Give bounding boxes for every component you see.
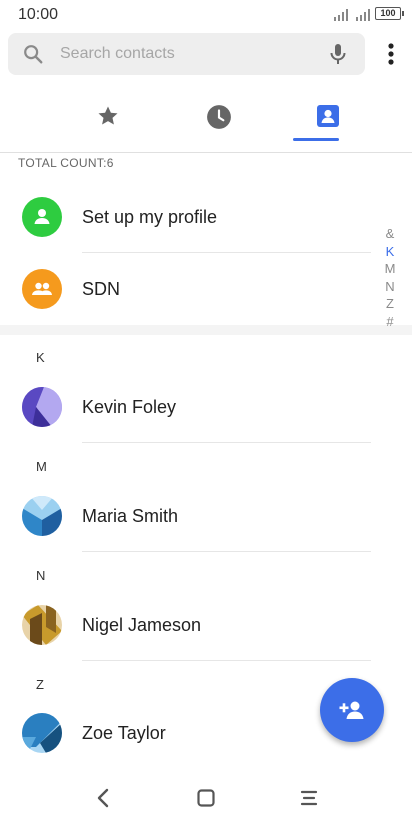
index-letter[interactable]: N [381,278,399,296]
add-person-icon [339,701,364,719]
contact-name: Set up my profile [82,207,218,227]
battery-icon: 100 [375,7,404,20]
person-icon [22,197,62,237]
contact-name: Maria Smith [82,506,179,526]
contact-row[interactable]: Nigel Jameson [0,589,412,661]
index-letter[interactable]: & [381,225,399,243]
alphabet-index[interactable]: & K M N Z # [381,225,399,330]
tab-bar [0,92,412,153]
signal-icon [334,9,348,21]
search-input[interactable]: Search contacts [60,45,175,63]
index-letter[interactable]: M [381,260,399,278]
avatar [22,387,62,427]
status-bar: 10:00 100 [0,0,412,30]
contact-name: SDN [82,279,121,299]
search-icon [24,45,43,64]
more-options-icon[interactable] [382,40,400,68]
row-setup-profile[interactable]: Set up my profile [0,181,412,253]
tab-favorites[interactable] [48,92,168,152]
avatar [22,713,62,753]
section-letter: M [36,459,47,474]
total-count: TOTAL COUNT:6 [18,156,114,170]
section-letter: Z [36,677,44,692]
home-icon[interactable] [194,786,218,810]
contact-row[interactable]: Kevin Foley [0,371,412,443]
divider [82,660,371,661]
index-letter-active[interactable]: K [381,243,399,261]
tab-recents[interactable] [158,92,278,152]
index-letter[interactable]: # [381,313,399,331]
section-letter: K [36,350,45,365]
row-sdn[interactable]: SDN [0,253,412,325]
group-icon [22,269,62,309]
status-time: 10:00 [18,6,59,23]
divider [82,551,371,552]
contact-name: Nigel Jameson [82,615,202,635]
add-contact-button[interactable] [320,678,384,742]
contact-name: Kevin Foley [82,397,177,417]
navigation-bar [0,772,412,824]
contact-name: Zoe Taylor [82,723,166,743]
avatar [22,605,62,645]
active-tab-indicator [293,138,339,141]
signal-icon-2 [356,9,370,21]
divider [82,442,371,443]
section-letter: N [36,568,46,583]
avatar [22,496,62,536]
menu-icon[interactable] [297,786,321,810]
star-icon [98,106,118,125]
contact-row[interactable]: Maria Smith [0,480,412,552]
index-letter[interactable]: Z [381,295,399,313]
search-bar[interactable]: Search contacts [8,33,365,75]
back-icon[interactable] [92,786,116,810]
clock-icon [207,105,231,129]
section-divider [0,325,412,335]
tab-contacts[interactable] [268,92,388,152]
mic-icon[interactable] [326,42,350,66]
contact-card-icon [317,105,339,127]
